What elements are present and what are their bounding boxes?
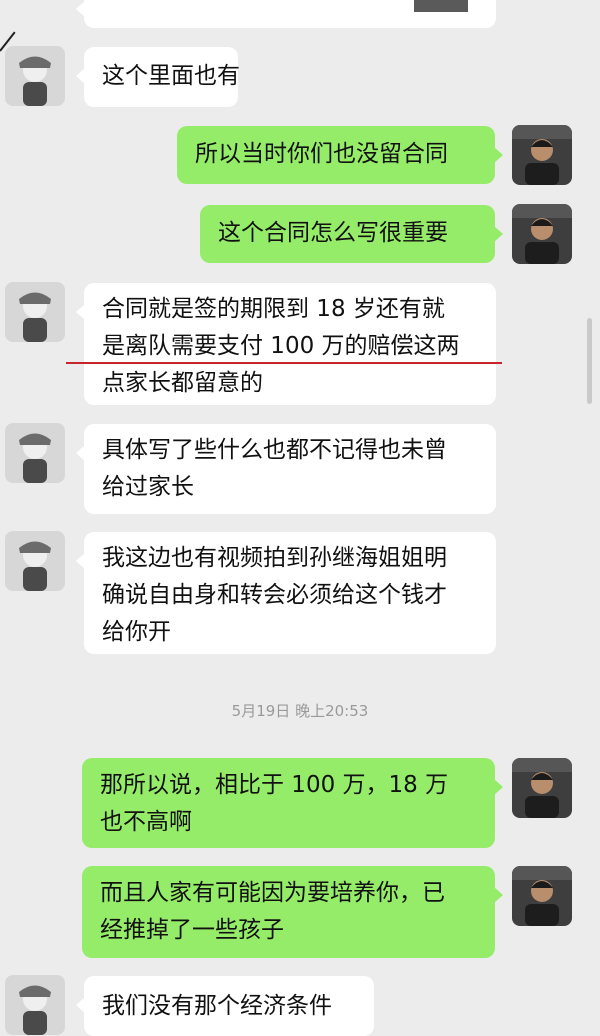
scrollbar-thumb[interactable] <box>587 318 592 404</box>
message-text-line: 也不高啊 <box>100 809 192 835</box>
message-text-line: 那所以说，相比于 100 万，18 万 <box>100 772 449 798</box>
message-bubble-outgoing[interactable]: 所以当时你们也没留合同 <box>177 126 503 184</box>
self-avatar-icon[interactable] <box>512 866 572 926</box>
self-avatar-icon[interactable] <box>512 204 572 264</box>
annotation-underline <box>66 362 502 364</box>
self-avatar-icon[interactable] <box>512 125 572 185</box>
image-fragment <box>414 0 468 12</box>
message-text-line: 所以当时你们也没留合同 <box>195 141 448 167</box>
message-bubble-incoming[interactable]: 我们没有那个经济条件 <box>76 976 374 1036</box>
message-bubble-outgoing[interactable]: 那所以说，相比于 100 万，18 万 也不高啊 <box>82 758 503 848</box>
message-text-line: 合同就是签的期限到 18 岁还有就 <box>102 296 445 322</box>
message-text-line: 我们没有那个经济条件 <box>102 993 332 1019</box>
message-text-line: 而且人家有可能因为要培养你，已 <box>100 880 445 906</box>
message-bubble-incoming[interactable]: 这个里面也有 <box>76 47 240 107</box>
message-text-line: 是离队需要支付 100 万的赔偿这两 <box>102 333 460 359</box>
contact-avatar-icon[interactable] <box>5 423 65 483</box>
message-text-line: 给过家长 <box>102 474 194 500</box>
message-bubble-outgoing[interactable]: 而且人家有可能因为要培养你，已 经推掉了一些孩子 <box>82 866 503 958</box>
message-text-line: 这个里面也有 <box>102 63 240 89</box>
message-text-line: 具体写了些什么也都不记得也未曾 <box>102 437 447 463</box>
message-text-line: 这个合同怎么写很重要 <box>218 220 448 246</box>
contact-avatar-icon[interactable] <box>5 46 65 106</box>
message-text-line: 点家长都留意的 <box>102 370 263 396</box>
message-bubble-incoming[interactable]: 我这边也有视频拍到孙继海姐姐明 确说自由身和转会必须给这个钱才 给你开 <box>76 532 496 654</box>
contact-avatar-icon[interactable] <box>5 531 65 591</box>
message-text-line: 给你开 <box>102 619 171 645</box>
message-bubble-incoming[interactable]: 具体写了些什么也都不记得也未曾 给过家长 <box>76 424 496 514</box>
message-text-line: 经推掉了一些孩子 <box>100 917 284 943</box>
message-text-line: 确说自由身和转会必须给这个钱才 <box>102 582 447 608</box>
message-bubble-outgoing[interactable]: 这个合同怎么写很重要 <box>200 205 503 263</box>
message-text-line: 我这边也有视频拍到孙继海姐姐明 <box>102 545 447 571</box>
contact-avatar-icon[interactable] <box>5 282 65 342</box>
chat-timestamp: 5月19日 晚上20:53 <box>231 702 369 720</box>
message-bubble-incoming[interactable]: 合同就是签的期限到 18 岁还有就 是离队需要支付 100 万的赔偿这两 点家长… <box>76 283 496 405</box>
self-avatar-icon[interactable] <box>512 758 572 818</box>
contact-avatar-icon[interactable] <box>5 975 65 1035</box>
